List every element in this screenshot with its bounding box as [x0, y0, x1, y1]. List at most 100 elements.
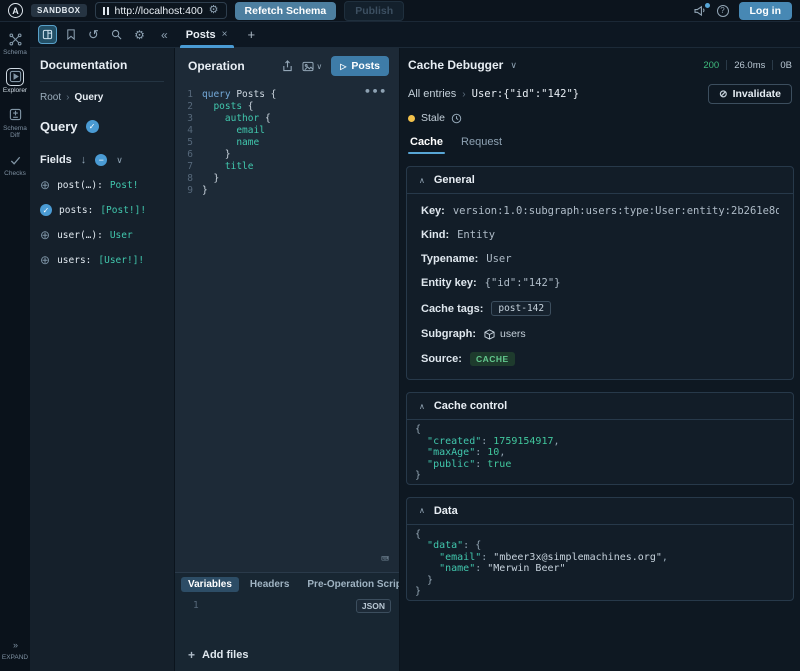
code-text: }	[202, 185, 208, 197]
json-mode-badge[interactable]: JSON	[356, 599, 391, 613]
pause-icon[interactable]	[103, 7, 109, 15]
general-row: Key:version:1.0:subgraph:users:type:User…	[421, 205, 779, 217]
sidebar-item-schema[interactable]: Schema	[0, 32, 30, 57]
refetch-schema-button[interactable]: Refetch Schema	[235, 2, 337, 20]
type-selected-check-icon[interactable]: ✓	[86, 120, 99, 133]
sidebar-item-explorer[interactable]: Explorer	[0, 70, 30, 95]
variables-editor[interactable]: 1 JSON	[175, 596, 399, 639]
deselect-all-icon[interactable]: −	[95, 154, 107, 166]
top-bar: A SANDBOX http://localhost:4000/ ⚙ Refet…	[0, 0, 800, 22]
line-number: 7	[175, 161, 193, 173]
data-section-header[interactable]: ∧ Data	[407, 498, 793, 525]
data-json: { "data": { "email": "mbeer3x@simplemach…	[407, 525, 793, 600]
documentation-panel: Documentation Root › Query Query ✓ Field…	[30, 48, 175, 671]
connection-settings-gear-icon[interactable]: ⚙	[209, 5, 219, 16]
field-add-icon[interactable]: ⊕	[40, 229, 50, 241]
apollo-sandbox-app: A SANDBOX http://localhost:4000/ ⚙ Refet…	[0, 0, 800, 671]
operation-panel: Operation ∨ ▷ Posts	[175, 48, 400, 671]
operation-tab-posts[interactable]: Posts ×	[178, 22, 236, 48]
help-icon[interactable]: ?	[717, 5, 729, 17]
cache-control-section-header[interactable]: ∧ Cache control	[407, 393, 793, 420]
field-row[interactable]: ⊕post(…):Post!	[40, 179, 164, 191]
sidebar-item-checks[interactable]: Checks	[0, 153, 30, 178]
history-icon[interactable]: ↺	[84, 25, 103, 44]
line-number: 9	[175, 185, 193, 197]
plus-icon: +	[188, 648, 195, 662]
cache-debugger-title: Cache Debugger	[408, 58, 503, 72]
field-type[interactable]: [User!]!	[98, 255, 144, 266]
general-row: Source:CACHE	[421, 352, 779, 366]
subgraph-value[interactable]: users	[484, 328, 526, 340]
login-button[interactable]: Log in	[739, 2, 793, 20]
field-type[interactable]: Post!	[110, 180, 139, 191]
data-line: }	[415, 586, 793, 598]
export-image-icon[interactable]: ∨	[302, 61, 322, 72]
tab-cache[interactable]: Cache	[410, 136, 443, 154]
footer-tab-pre-operation-script[interactable]: Pre-Operation Script	[300, 577, 399, 592]
general-row-value: version:1.0:subgraph:users:type:User:ent…	[453, 205, 779, 217]
apollo-logo[interactable]: A	[8, 3, 23, 18]
invalidate-button[interactable]: ⊘ Invalidate	[708, 84, 792, 104]
chevron-down-icon[interactable]: ∨	[116, 155, 123, 166]
field-type[interactable]: User	[110, 230, 133, 241]
cache-entry-id: User:{"id":"142"}	[472, 88, 579, 100]
line-number: 6	[175, 149, 193, 161]
run-operation-button[interactable]: ▷ Posts	[331, 56, 389, 76]
general-section: ∧ General Key:version:1.0:subgraph:users…	[406, 166, 794, 380]
code-text: title	[202, 161, 254, 173]
panel-select-chevron-icon[interactable]: ∨	[510, 60, 517, 71]
field-row[interactable]: ⊕user(…):User	[40, 229, 164, 241]
docs-title: Documentation	[40, 58, 164, 82]
chevron-down-icon[interactable]: ∨	[316, 62, 322, 71]
expand-button[interactable]: » EXPAND	[2, 640, 28, 661]
sort-arrow-down-icon[interactable]: ↓	[81, 154, 87, 166]
endpoint-url-bar[interactable]: http://localhost:4000/ ⚙	[95, 2, 227, 19]
endpoint-url[interactable]: http://localhost:4000/	[115, 5, 203, 17]
field-row[interactable]: ✓posts:[Post!]!	[40, 204, 164, 216]
bookmark-icon[interactable]	[61, 25, 80, 44]
code-line: 6 }	[175, 149, 399, 161]
play-icon: ▷	[340, 62, 346, 71]
general-section-header[interactable]: ∧ General	[407, 167, 793, 194]
active-tab-underline	[408, 152, 445, 155]
active-tab-underline	[180, 45, 234, 48]
document-panel-icon[interactable]	[38, 25, 57, 44]
clock-icon[interactable]	[451, 113, 462, 124]
publish-button[interactable]: Publish	[344, 1, 404, 21]
share-icon[interactable]	[282, 60, 293, 72]
line-overflow-menu-icon[interactable]: •••	[364, 86, 387, 98]
general-row-label: Entity key:	[421, 277, 477, 289]
footer-tab-headers[interactable]: Headers	[243, 577, 296, 592]
operation-title: Operation	[188, 59, 245, 73]
code-text: author {	[202, 113, 271, 125]
new-tab-button[interactable]: +	[240, 27, 264, 42]
field-row[interactable]: ⊕users:[User!]!	[40, 254, 164, 266]
checks-icon	[8, 153, 22, 167]
announcements-megaphone-icon[interactable]	[694, 5, 707, 16]
query-editor[interactable]: 1query Posts {2 posts {3 author {4 email…	[175, 84, 399, 572]
sidebar-item-label: Schema	[3, 49, 27, 57]
search-icon[interactable]	[107, 25, 126, 44]
code-text: }	[202, 149, 231, 161]
settings-gear-icon[interactable]: ⚙	[130, 25, 149, 44]
field-selected-check-icon[interactable]: ✓	[40, 204, 52, 216]
breadcrumb-root[interactable]: Root	[40, 92, 61, 103]
footer-tab-variables[interactable]: Variables	[181, 577, 239, 592]
collapse-panel-icon[interactable]: «	[161, 28, 168, 42]
general-rows: Key:version:1.0:subgraph:users:type:User…	[407, 194, 793, 379]
sidebar-item-schema-diff[interactable]: Schema Diff	[0, 108, 30, 141]
code-text: name	[202, 137, 259, 149]
add-files-button[interactable]: + Add files	[175, 639, 399, 671]
general-row-value: {"id":"142"}	[485, 277, 561, 289]
tab-request[interactable]: Request	[461, 136, 502, 154]
keyboard-shortcuts-icon[interactable]: ⌨	[381, 554, 389, 566]
field-add-icon[interactable]: ⊕	[40, 254, 50, 266]
field-add-icon[interactable]: ⊕	[40, 179, 50, 191]
left-sidebar: Schema Explorer Schema Diff Checks » EXPAND	[0, 22, 30, 671]
stale-dot	[408, 115, 415, 122]
cache-tag-chip[interactable]: post-142	[491, 301, 551, 316]
field-type[interactable]: [Post!]!	[100, 205, 146, 216]
tab-close-icon[interactable]: ×	[222, 29, 228, 40]
all-entries-link[interactable]: All entries	[408, 88, 456, 100]
notification-dot	[705, 3, 710, 8]
